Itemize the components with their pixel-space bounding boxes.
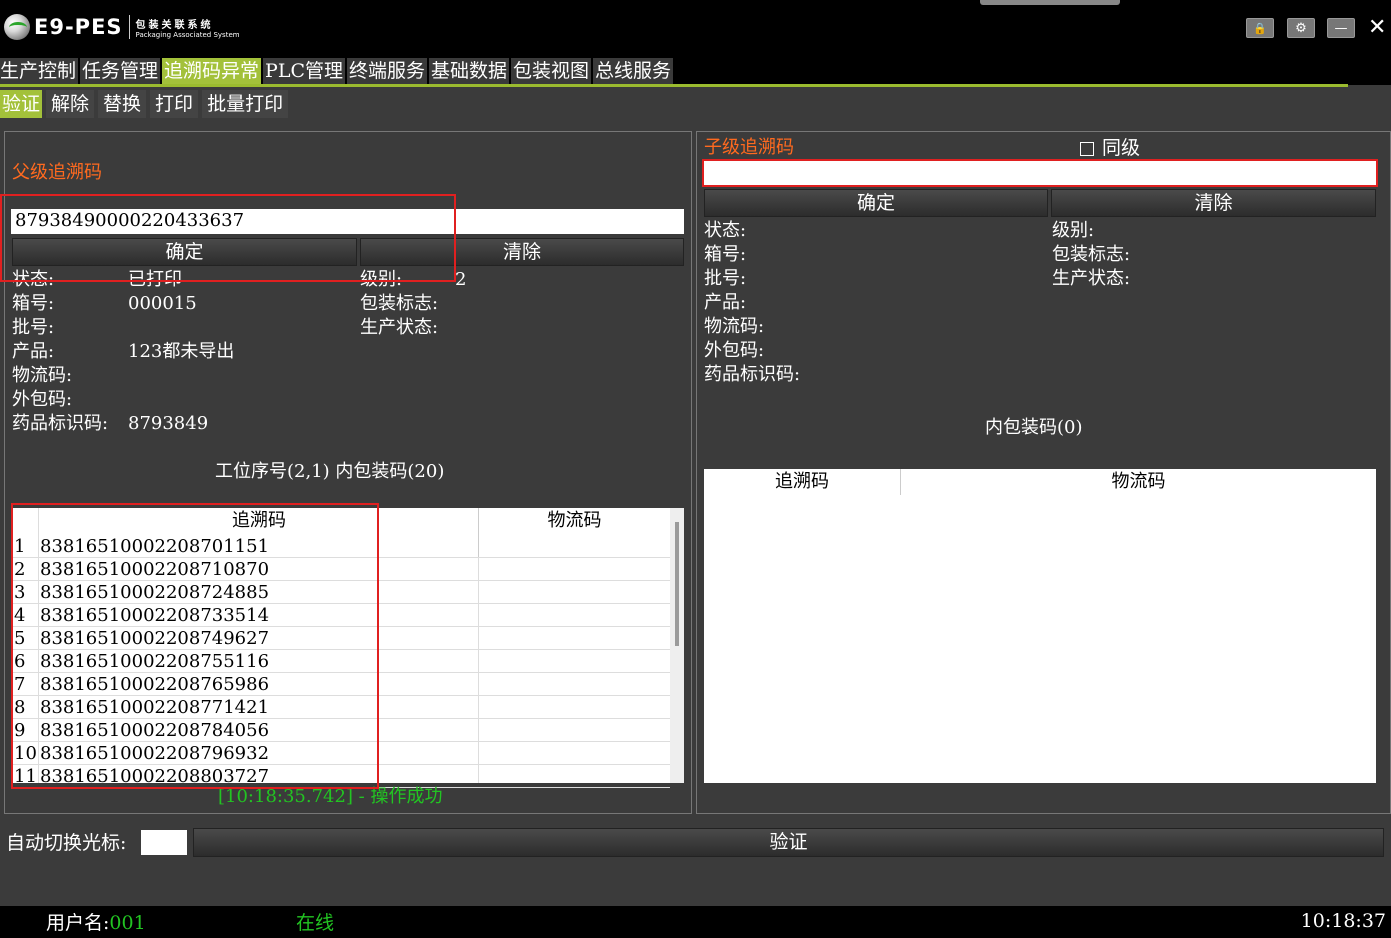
parent-code-title: 父级追溯码	[12, 162, 102, 183]
close-icon: ✕	[1368, 15, 1387, 40]
username-display: 用户名:001	[46, 908, 146, 938]
child-box-label: 箱号:	[704, 244, 747, 265]
close-button[interactable]: ✕	[1368, 16, 1390, 40]
child-inner-code-table: 追溯码 物流码	[704, 469, 1376, 783]
tab-underline	[0, 84, 1348, 87]
child-product-label: 产品:	[704, 292, 747, 313]
logo-divider	[128, 15, 130, 39]
logo-subtitle-cn: 包装关联系统	[135, 19, 214, 31]
parent-logistics-label: 物流码:	[12, 365, 73, 386]
globe-icon	[4, 14, 30, 40]
parent-level-value: 2	[455, 269, 467, 290]
parent-drug-label: 药品标识码:	[12, 413, 109, 434]
child-column-header-logistics-code[interactable]: 物流码	[900, 469, 1376, 495]
child-logistics-label: 物流码:	[704, 316, 765, 337]
parent-drug-value: 8793849	[128, 413, 209, 434]
lock-icon: 🔒	[1253, 21, 1267, 35]
sub-tab-bar: 验证 解除 替换 打印 批量打印	[0, 90, 292, 118]
tab-plc-management[interactable]: PLC管理	[263, 58, 345, 85]
online-status: 在线	[296, 912, 335, 934]
child-level-label: 级别:	[1052, 220, 1095, 241]
child-confirm-button[interactable]: 确定	[704, 189, 1048, 217]
settings-button[interactable]: ⚙	[1287, 18, 1315, 38]
same-level-checkbox[interactable]	[1080, 142, 1094, 156]
table-scrollbar-thumb[interactable]	[675, 522, 679, 646]
child-prod-status-label: 生产状态:	[1052, 268, 1131, 289]
app-logo: E9-PES 包装关联系统 Packaging Associated Syste…	[4, 12, 240, 42]
same-level-label: 同级	[1102, 137, 1141, 159]
tab-package-view[interactable]: 包装视图	[511, 58, 592, 85]
parent-batch-label: 批号:	[12, 317, 55, 338]
child-clear-button[interactable]: 清除	[1051, 189, 1376, 217]
subtab-batch-print[interactable]: 批量打印	[202, 90, 289, 118]
tab-production-control[interactable]: 生产控制	[0, 58, 79, 85]
auto-switch-cursor-label: 自动切换光标:	[6, 832, 127, 854]
highlight-code-list	[11, 503, 379, 789]
username-label: 用户名:	[46, 912, 110, 934]
child-summary: 内包装码(0)	[985, 417, 1083, 438]
parent-product-label: 产品:	[12, 341, 55, 362]
child-status-label: 状态:	[704, 220, 747, 241]
lock-button[interactable]: 🔒	[1246, 18, 1274, 38]
auto-switch-cursor-input[interactable]	[141, 830, 187, 855]
subtab-print[interactable]: 打印	[150, 90, 199, 118]
username-value: 001	[109, 912, 146, 934]
parent-pack-flag-label: 包装标志:	[360, 293, 439, 314]
child-batch-label: 批号:	[704, 268, 747, 289]
minimize-button[interactable]: —	[1327, 18, 1355, 38]
highlight-child-input	[702, 159, 1378, 187]
subtab-replace[interactable]: 替换	[98, 90, 147, 118]
subtab-release[interactable]: 解除	[46, 90, 95, 118]
tab-task-management[interactable]: 任务管理	[80, 58, 161, 85]
tab-bus-service[interactable]: 总线服务	[593, 58, 674, 85]
clock: 10:18:37	[1300, 910, 1386, 932]
tab-trace-code-exception[interactable]: 追溯码异常	[162, 58, 262, 85]
window-drag-handle[interactable]	[980, 0, 1120, 5]
logo-text: E9-PES	[34, 15, 123, 39]
tab-terminal-service[interactable]: 终端服务	[347, 58, 428, 85]
highlight-parent-input	[0, 194, 456, 282]
minimize-icon: —	[1334, 20, 1348, 36]
child-drug-label: 药品标识码:	[704, 364, 801, 385]
parent-box-value: 000015	[128, 293, 197, 314]
parent-summary: 工位序号(2,1) 内包装码(20)	[215, 461, 445, 482]
child-code-title: 子级追溯码	[704, 137, 794, 158]
child-outer-label: 外包码:	[704, 340, 765, 361]
parent-product-value: 123都未导出	[128, 341, 235, 362]
subtab-verify[interactable]: 验证	[0, 90, 43, 118]
logo-subtitle-en: Packaging Associated System	[135, 30, 240, 39]
parent-prod-status-label: 生产状态:	[360, 317, 439, 338]
verify-button[interactable]: 验证	[193, 828, 1384, 857]
parent-box-label: 箱号:	[12, 293, 55, 314]
tab-base-data[interactable]: 基础数据	[429, 58, 510, 85]
logo-subtitle: 包装关联系统 Packaging Associated System	[136, 16, 240, 39]
gear-icon: ⚙	[1295, 20, 1307, 36]
status-bar	[0, 906, 1391, 938]
child-column-header-trace-code[interactable]: 追溯码	[704, 469, 900, 495]
parent-outer-label: 外包码:	[12, 389, 73, 410]
child-pack-flag-label: 包装标志:	[1052, 244, 1131, 265]
main-tab-bar: 生产控制 任务管理 追溯码异常 PLC管理 终端服务 基础数据 包装视图 总线服…	[0, 56, 1391, 85]
